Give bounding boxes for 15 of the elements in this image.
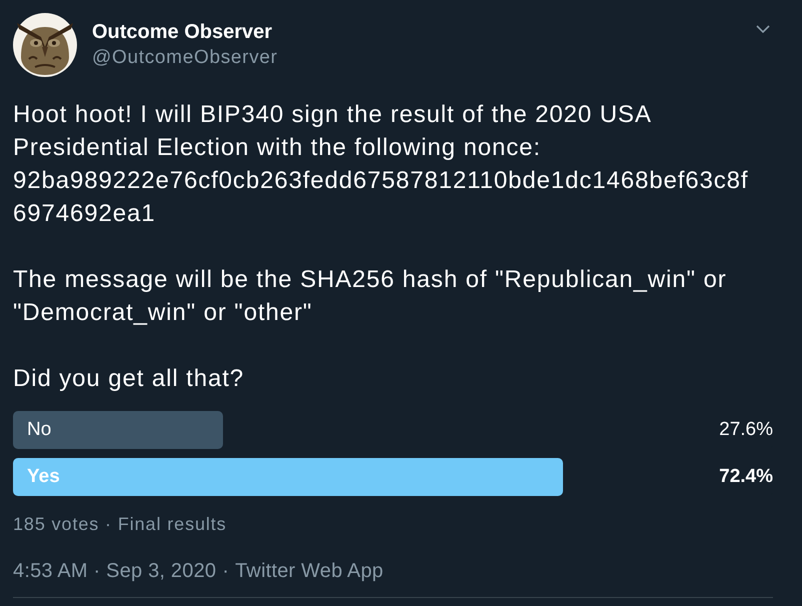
poll-percentage: 72.4% (719, 466, 773, 488)
poll-percentage: 27.6% (719, 419, 773, 441)
tweet-text: Did you get all that? (13, 364, 246, 394)
tweet-text: Hoot hoot! I will BIP340 sign the result of the 2020 USA Presidential Election with the following nonce: 92ba989222e76cf0cb263fedd67587812110bde1dc1468bef63c8f6974692ea1 (13, 100, 750, 229)
separator-dot: · (222, 559, 230, 583)
owl-avatar-icon[interactable] (13, 13, 77, 77)
chevron-down-icon (756, 25, 770, 33)
author-name[interactable]: Outcome Observer (92, 20, 278, 44)
tweet-text: The message will be the SHA256 hash of "Republican_win" or "Democrat_win" or "other" (13, 265, 728, 328)
poll-option-label: No (27, 419, 52, 441)
source-app-link[interactable]: Twitter Web App (235, 559, 384, 583)
timestamp-link[interactable]: 4:53 AM · Sep 3, 2020 (13, 559, 216, 583)
author-handle[interactable]: @OutcomeObserver (92, 46, 278, 70)
poll-summary: 185 votes · Final results (13, 514, 228, 534)
poll-option-label: Yes (27, 466, 60, 488)
